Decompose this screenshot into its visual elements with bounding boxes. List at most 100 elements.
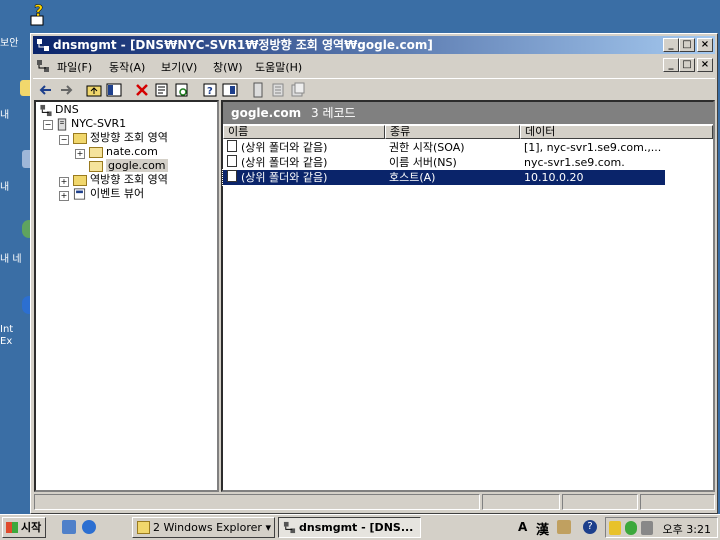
desktop-help-icon[interactable]: ? — [26, 1, 52, 29]
show-desktop-icon[interactable] — [62, 520, 76, 534]
expander-event-viewer[interactable]: + — [59, 191, 69, 201]
refresh-icon[interactable] — [174, 82, 190, 98]
console-tree-icon[interactable] — [222, 82, 238, 98]
taskbar: 시작 2 Windows Explorer ▾ dnsmgmt - [DNS..… — [0, 514, 720, 540]
result-header: gogle.com 3 레코드 — [223, 102, 713, 124]
record-name: (상위 폴더와 같음) — [241, 141, 328, 154]
desktop-label-3[interactable]: 내 네 — [0, 250, 22, 265]
column-header-type[interactable]: 종류 — [385, 125, 520, 139]
menu-action[interactable]: 동작(A) — [109, 59, 145, 75]
record-icon — [227, 155, 237, 167]
close-button[interactable]: × — [697, 38, 713, 52]
event-viewer-icon — [73, 188, 86, 200]
up-folder-icon[interactable] — [86, 82, 102, 98]
record-type: 이름 서버(NS) — [389, 156, 457, 169]
windows-flag-icon — [6, 522, 18, 533]
child-minimize-button[interactable]: _ — [663, 58, 679, 72]
clock[interactable]: 오후 3:21 — [663, 521, 711, 537]
dns-icon — [40, 104, 52, 116]
back-arrow-icon[interactable] — [38, 82, 54, 98]
tree-label-gogle: gogle.com — [106, 159, 168, 172]
expander-server[interactable]: − — [43, 120, 53, 130]
tree-label-event-viewer: 이벤트 뷰어 — [90, 187, 145, 200]
status-pane-4 — [640, 494, 715, 510]
menu-file[interactable]: 파일(F) — [57, 59, 92, 75]
expander-forward-zone[interactable]: − — [59, 135, 69, 145]
zone-name: gogle.com — [231, 106, 302, 120]
show-hide-tree-icon[interactable] — [106, 82, 122, 98]
ime-tool-icon[interactable] — [557, 520, 571, 534]
table-row[interactable]: (상위 폴더와 같음) 이름 서버(NS) nyc-svr1.se9.com. — [223, 155, 665, 170]
record-type: 권한 시작(SOA) — [389, 141, 465, 154]
help-icon[interactable]: ? — [583, 520, 597, 534]
console-tree: DNS − NYC-SVR1 − 정방향 조회 영역 + nate.com go… — [34, 100, 219, 492]
server-icon[interactable] — [250, 82, 266, 98]
menu-view[interactable]: 보기(V) — [161, 59, 197, 75]
ime-hanja-indicator[interactable]: 漢 — [536, 519, 549, 538]
task-windows-explorer[interactable]: 2 Windows Explorer ▾ — [132, 517, 275, 538]
start-button[interactable]: 시작 — [2, 517, 46, 538]
tree-label-nate: nate.com — [106, 145, 158, 158]
tree-node-event-viewer[interactable]: 이벤트 뷰어 — [73, 187, 144, 201]
svg-text:?: ? — [34, 2, 43, 20]
menu-window[interactable]: 창(W) — [213, 59, 243, 75]
keyboard-icon[interactable] — [641, 521, 653, 535]
folder-icon — [137, 521, 150, 534]
zone-folder-icon — [89, 160, 103, 172]
table-row-selected[interactable]: (상위 폴더와 같음) 호스트(A) 10.10.0.20 — [222, 169, 666, 186]
record-icon — [227, 170, 237, 182]
security-shield-icon[interactable] — [609, 521, 621, 535]
status-bar — [34, 494, 715, 511]
table-row[interactable]: (상위 폴더와 같음) 권한 시작(SOA) [1], nyc-svr1.se9… — [223, 140, 665, 155]
tree-node-nate[interactable]: nate.com — [89, 145, 158, 159]
record-name: (상위 폴더와 같음) — [241, 171, 328, 184]
start-label: 시작 — [21, 521, 42, 534]
zone-folder-icon — [89, 146, 103, 158]
column-header-name[interactable]: 이름 — [223, 125, 385, 139]
child-close-button[interactable]: × — [697, 58, 713, 72]
record-name: (상위 폴더와 같음) — [241, 156, 328, 169]
help-icon[interactable]: ? — [202, 82, 218, 98]
minimize-button[interactable]: _ — [663, 38, 679, 52]
task-label-explorer: 2 Windows Explorer — [153, 521, 262, 534]
desktop-label-1[interactable]: 내 — [0, 106, 9, 121]
tree-node-forward-zone[interactable]: 정방향 조회 영역 — [73, 131, 168, 145]
restore-button[interactable]: □ — [679, 38, 695, 52]
delete-icon[interactable] — [134, 82, 150, 98]
tree-label-reverse-zone: 역방향 조회 영역 — [90, 173, 168, 186]
tree-node-gogle[interactable]: gogle.com — [89, 159, 168, 173]
network-icon[interactable] — [625, 521, 637, 535]
ime-lang-indicator[interactable]: A — [518, 520, 527, 534]
desktop-label-4[interactable]: Int Ex — [0, 324, 28, 348]
column-header-data[interactable]: 데이터 — [520, 125, 713, 139]
window-title: dnsmgmt - [DNS₩NYC-SVR1₩정방향 조회 영역₩gogle.… — [53, 38, 433, 52]
toolbar: ? — [33, 78, 715, 101]
records-icon[interactable] — [290, 82, 306, 98]
result-pane: gogle.com 3 레코드 이름 종류 데이터 (상위 폴더와 같음) 권한… — [221, 100, 715, 492]
server-icon — [57, 117, 67, 131]
ie-quicklaunch-icon[interactable] — [82, 520, 96, 534]
dnsmgmt-window: dnsmgmt - [DNS₩NYC-SVR1₩정방향 조회 영역₩gogle.… — [30, 33, 718, 514]
task-label-dnsmgmt: dnsmgmt - [DNS... — [299, 521, 414, 534]
tree-node-reverse-zone[interactable]: 역방향 조회 영역 — [73, 173, 168, 187]
folder-icon — [73, 132, 87, 144]
record-icon — [227, 140, 237, 152]
forward-arrow-icon[interactable] — [58, 82, 74, 98]
desktop-label-0[interactable]: 보안 — [0, 34, 18, 49]
title-bar[interactable]: dnsmgmt - [DNS₩NYC-SVR1₩정방향 조회 영역₩gogle.… — [33, 36, 715, 54]
zone-icon[interactable] — [270, 82, 286, 98]
status-pane-3 — [562, 494, 638, 510]
expander-nate[interactable]: + — [75, 149, 85, 159]
record-type: 호스트(A) — [389, 171, 436, 184]
folder-icon — [73, 174, 87, 186]
desktop-label-2[interactable]: 내 — [0, 178, 9, 193]
mmc-doc-icon[interactable] — [36, 59, 50, 73]
properties-icon[interactable] — [154, 82, 170, 98]
child-restore-button[interactable]: □ — [679, 58, 695, 72]
tree-node-server[interactable]: NYC-SVR1 — [57, 117, 126, 131]
tree-node-dns[interactable]: DNS — [39, 103, 79, 117]
task-dnsmgmt[interactable]: dnsmgmt - [DNS... — [278, 517, 421, 538]
menu-help[interactable]: 도움말(H) — [255, 59, 302, 75]
expander-reverse-zone[interactable]: + — [59, 177, 69, 187]
chevron-down-icon: ▾ — [265, 521, 271, 534]
